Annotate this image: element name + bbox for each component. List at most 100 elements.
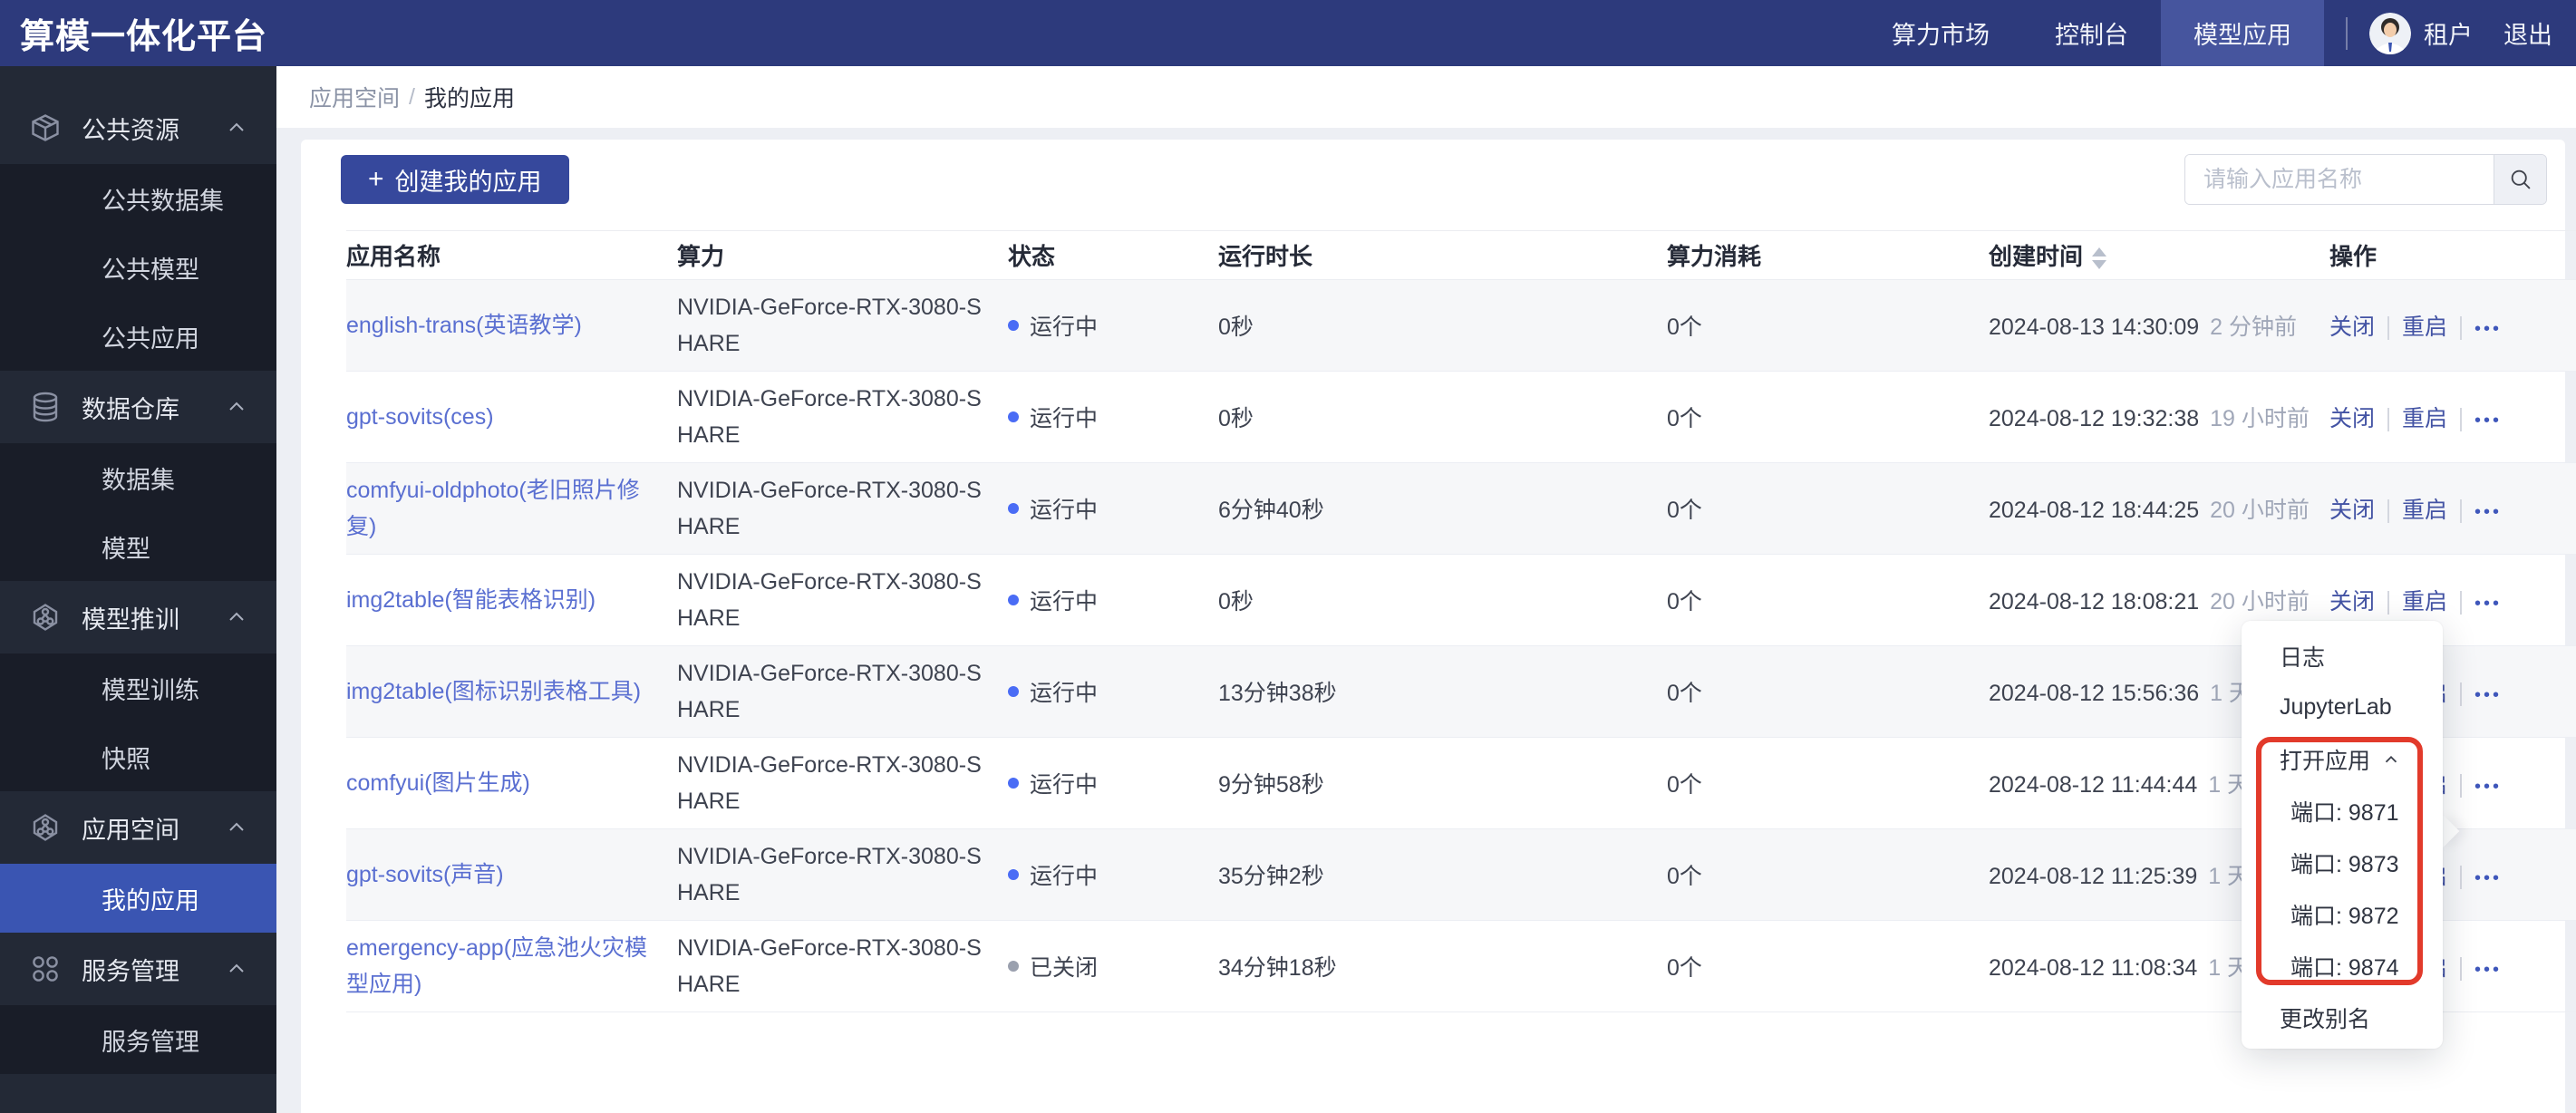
- table-header-row: 应用名称 算力 状态 运行时长 算力消耗 创建时间 操作: [346, 230, 2576, 280]
- consumption-value: 0个: [1667, 315, 1702, 340]
- sidebar-item-public-datasets[interactable]: 公共数据集: [0, 164, 276, 233]
- more-dots-icon[interactable]: •••: [2474, 868, 2502, 888]
- breadcrumb-section[interactable]: 应用空间: [309, 81, 400, 113]
- grid-icon: [33, 956, 58, 982]
- menu-item-port-9872[interactable]: 端口: 9872: [2242, 888, 2443, 940]
- molecule-icon: [33, 604, 58, 631]
- restart-action[interactable]: 重启: [2402, 589, 2447, 615]
- runtime-value: 0秒: [1218, 315, 1254, 340]
- sidebar-item-service-management[interactable]: 服务管理: [0, 1005, 276, 1074]
- chevron-up-icon: [229, 612, 244, 621]
- table-row: english-trans(英语教学) NVIDIA-GeForce-RTX-3…: [346, 279, 2576, 372]
- gpu-label: NVIDIA-GeForce-RTX-3080-SHARE: [677, 386, 982, 448]
- close-action[interactable]: 关闭: [2329, 406, 2375, 431]
- search-icon: [2511, 169, 2531, 189]
- created-cell: 2024-08-13 14:30:09 2 分钟前: [1989, 315, 2298, 340]
- more-dots-icon[interactable]: •••: [2474, 319, 2502, 339]
- table-row: comfyui-oldphoto(老旧照片修复) NVIDIA-GeForce-…: [346, 462, 2576, 555]
- sidebar-group-service-management[interactable]: 服务管理: [0, 933, 276, 1005]
- avatar[interactable]: [2369, 12, 2411, 54]
- search-input[interactable]: [2185, 155, 2494, 204]
- more-dots-icon[interactable]: •••: [2474, 502, 2502, 522]
- sidebar-group-data-warehouse[interactable]: 数据仓库: [0, 371, 276, 443]
- more-dots-icon[interactable]: •••: [2474, 411, 2502, 431]
- close-action[interactable]: 关闭: [2329, 498, 2375, 523]
- create-app-button[interactable]: + 创建我的应用: [341, 155, 569, 204]
- toolbar: + 创建我的应用: [341, 140, 2547, 205]
- close-action[interactable]: 关闭: [2329, 589, 2375, 615]
- nav-item-compute-market[interactable]: 算力市场: [1859, 0, 2022, 66]
- logout-button[interactable]: 退出: [2503, 15, 2552, 51]
- status-dot: [1008, 411, 1019, 422]
- gpu-label: NVIDIA-GeForce-RTX-3080-SHARE: [677, 752, 982, 814]
- menu-item-port-9871[interactable]: 端口: 9871: [2242, 785, 2443, 837]
- actions-cell: 关闭 重启 •••: [2329, 463, 2576, 555]
- app-name-link[interactable]: gpt-sovits(声音): [346, 857, 504, 893]
- status-label: 运行中: [1030, 772, 1099, 798]
- created-cell: 2024-08-12 19:32:38 19 小时前: [1989, 406, 2310, 431]
- created-relative: 19 小时前: [2210, 406, 2310, 431]
- more-dots-icon[interactable]: •••: [2474, 960, 2502, 980]
- status-dot: [1008, 320, 1019, 331]
- sidebar-group-model-training[interactable]: 模型推训: [0, 581, 276, 653]
- sidebar-item-model-train[interactable]: 模型训练: [0, 653, 276, 722]
- restart-action[interactable]: 重启: [2402, 315, 2447, 340]
- runtime-value: 9分钟58秒: [1218, 772, 1324, 798]
- user-menu[interactable]: 租户: [2424, 15, 2473, 51]
- sidebar-item-datasets[interactable]: 数据集: [0, 443, 276, 512]
- sidebar: 公共资源 公共数据集 公共模型 公共应用 数据仓库 数据集 模型 模型推训 模型…: [0, 66, 276, 1113]
- sidebar-group-public-resources[interactable]: 公共资源: [0, 92, 276, 164]
- sidebar-group-label: 公共资源: [82, 116, 179, 144]
- menu-item-port-9873[interactable]: 端口: 9873: [2242, 837, 2443, 888]
- consumption-value: 0个: [1667, 772, 1702, 798]
- search-button[interactable]: [2494, 155, 2546, 204]
- nav-item-model-apps[interactable]: 模型应用: [2161, 0, 2324, 66]
- col-created: 创建时间: [1989, 230, 2329, 280]
- menu-item-jupyterlab[interactable]: JupyterLab: [2242, 682, 2443, 733]
- col-compute: 算力: [677, 230, 1008, 280]
- close-action[interactable]: 关闭: [2329, 315, 2375, 340]
- nav-item-console[interactable]: 控制台: [2022, 0, 2161, 66]
- app-name-link[interactable]: emergency-app(应急池火灾模型应用): [346, 930, 659, 1002]
- app-logo: 算模一体化平台: [20, 18, 268, 56]
- created-relative: 2 分钟前: [2210, 315, 2298, 340]
- more-dots-icon[interactable]: •••: [2474, 685, 2502, 705]
- molecule-icon: [33, 814, 58, 841]
- restart-action[interactable]: 重启: [2402, 406, 2447, 431]
- status-dot: [1008, 503, 1019, 514]
- chevron-up-icon: [229, 122, 244, 131]
- sidebar-spacer: [0, 66, 276, 92]
- app-name-link[interactable]: comfyui(图片生成): [346, 765, 530, 801]
- sidebar-group-app-space[interactable]: 应用空间: [0, 791, 276, 864]
- gpu-label: NVIDIA-GeForce-RTX-3080-SHARE: [677, 661, 982, 722]
- top-navbar: 算模一体化平台 算力市场 控制台 模型应用 租户 退出: [0, 0, 2576, 66]
- menu-item-port-9874[interactable]: 端口: 9874: [2242, 940, 2443, 992]
- chevron-up-icon: [229, 822, 244, 831]
- sidebar-item-public-apps[interactable]: 公共应用: [0, 302, 276, 371]
- consumption-value: 0个: [1667, 589, 1702, 615]
- app-name-link[interactable]: comfyui-oldphoto(老旧照片修复): [346, 472, 659, 545]
- menu-item-logs[interactable]: 日志: [2242, 630, 2443, 682]
- menu-item-rename[interactable]: 更改别名: [2242, 992, 2443, 1043]
- sidebar-item-models[interactable]: 模型: [0, 512, 276, 581]
- app-name-link[interactable]: english-trans(英语教学): [346, 307, 582, 344]
- sidebar-item-public-models[interactable]: 公共模型: [0, 233, 276, 302]
- created-cell: 2024-08-12 18:44:25 20 小时前: [1989, 498, 2310, 523]
- status-dot: [1008, 869, 1019, 880]
- restart-action[interactable]: 重启: [2402, 498, 2447, 523]
- app-name-link[interactable]: gpt-sovits(ces): [346, 399, 494, 435]
- gpu-label: NVIDIA-GeForce-RTX-3080-SHARE: [677, 295, 982, 356]
- sort-carets-icon[interactable]: [2092, 247, 2107, 270]
- app-name-link[interactable]: img2table(智能表格识别): [346, 582, 596, 618]
- runtime-value: 6分钟40秒: [1218, 498, 1324, 523]
- sidebar-item-my-apps[interactable]: 我的应用: [0, 864, 276, 933]
- more-dots-icon[interactable]: •••: [2474, 777, 2502, 797]
- status-label: 运行中: [1030, 498, 1099, 523]
- more-dots-icon[interactable]: •••: [2474, 594, 2502, 614]
- menu-item-open-app[interactable]: 打开应用: [2242, 733, 2443, 785]
- consumption-value: 0个: [1667, 498, 1702, 523]
- app-name-link[interactable]: img2table(图标识别表格工具): [346, 673, 641, 710]
- sidebar-item-snapshot[interactable]: 快照: [0, 722, 276, 791]
- status-dot: [1008, 961, 1019, 972]
- status-label: 运行中: [1030, 315, 1099, 340]
